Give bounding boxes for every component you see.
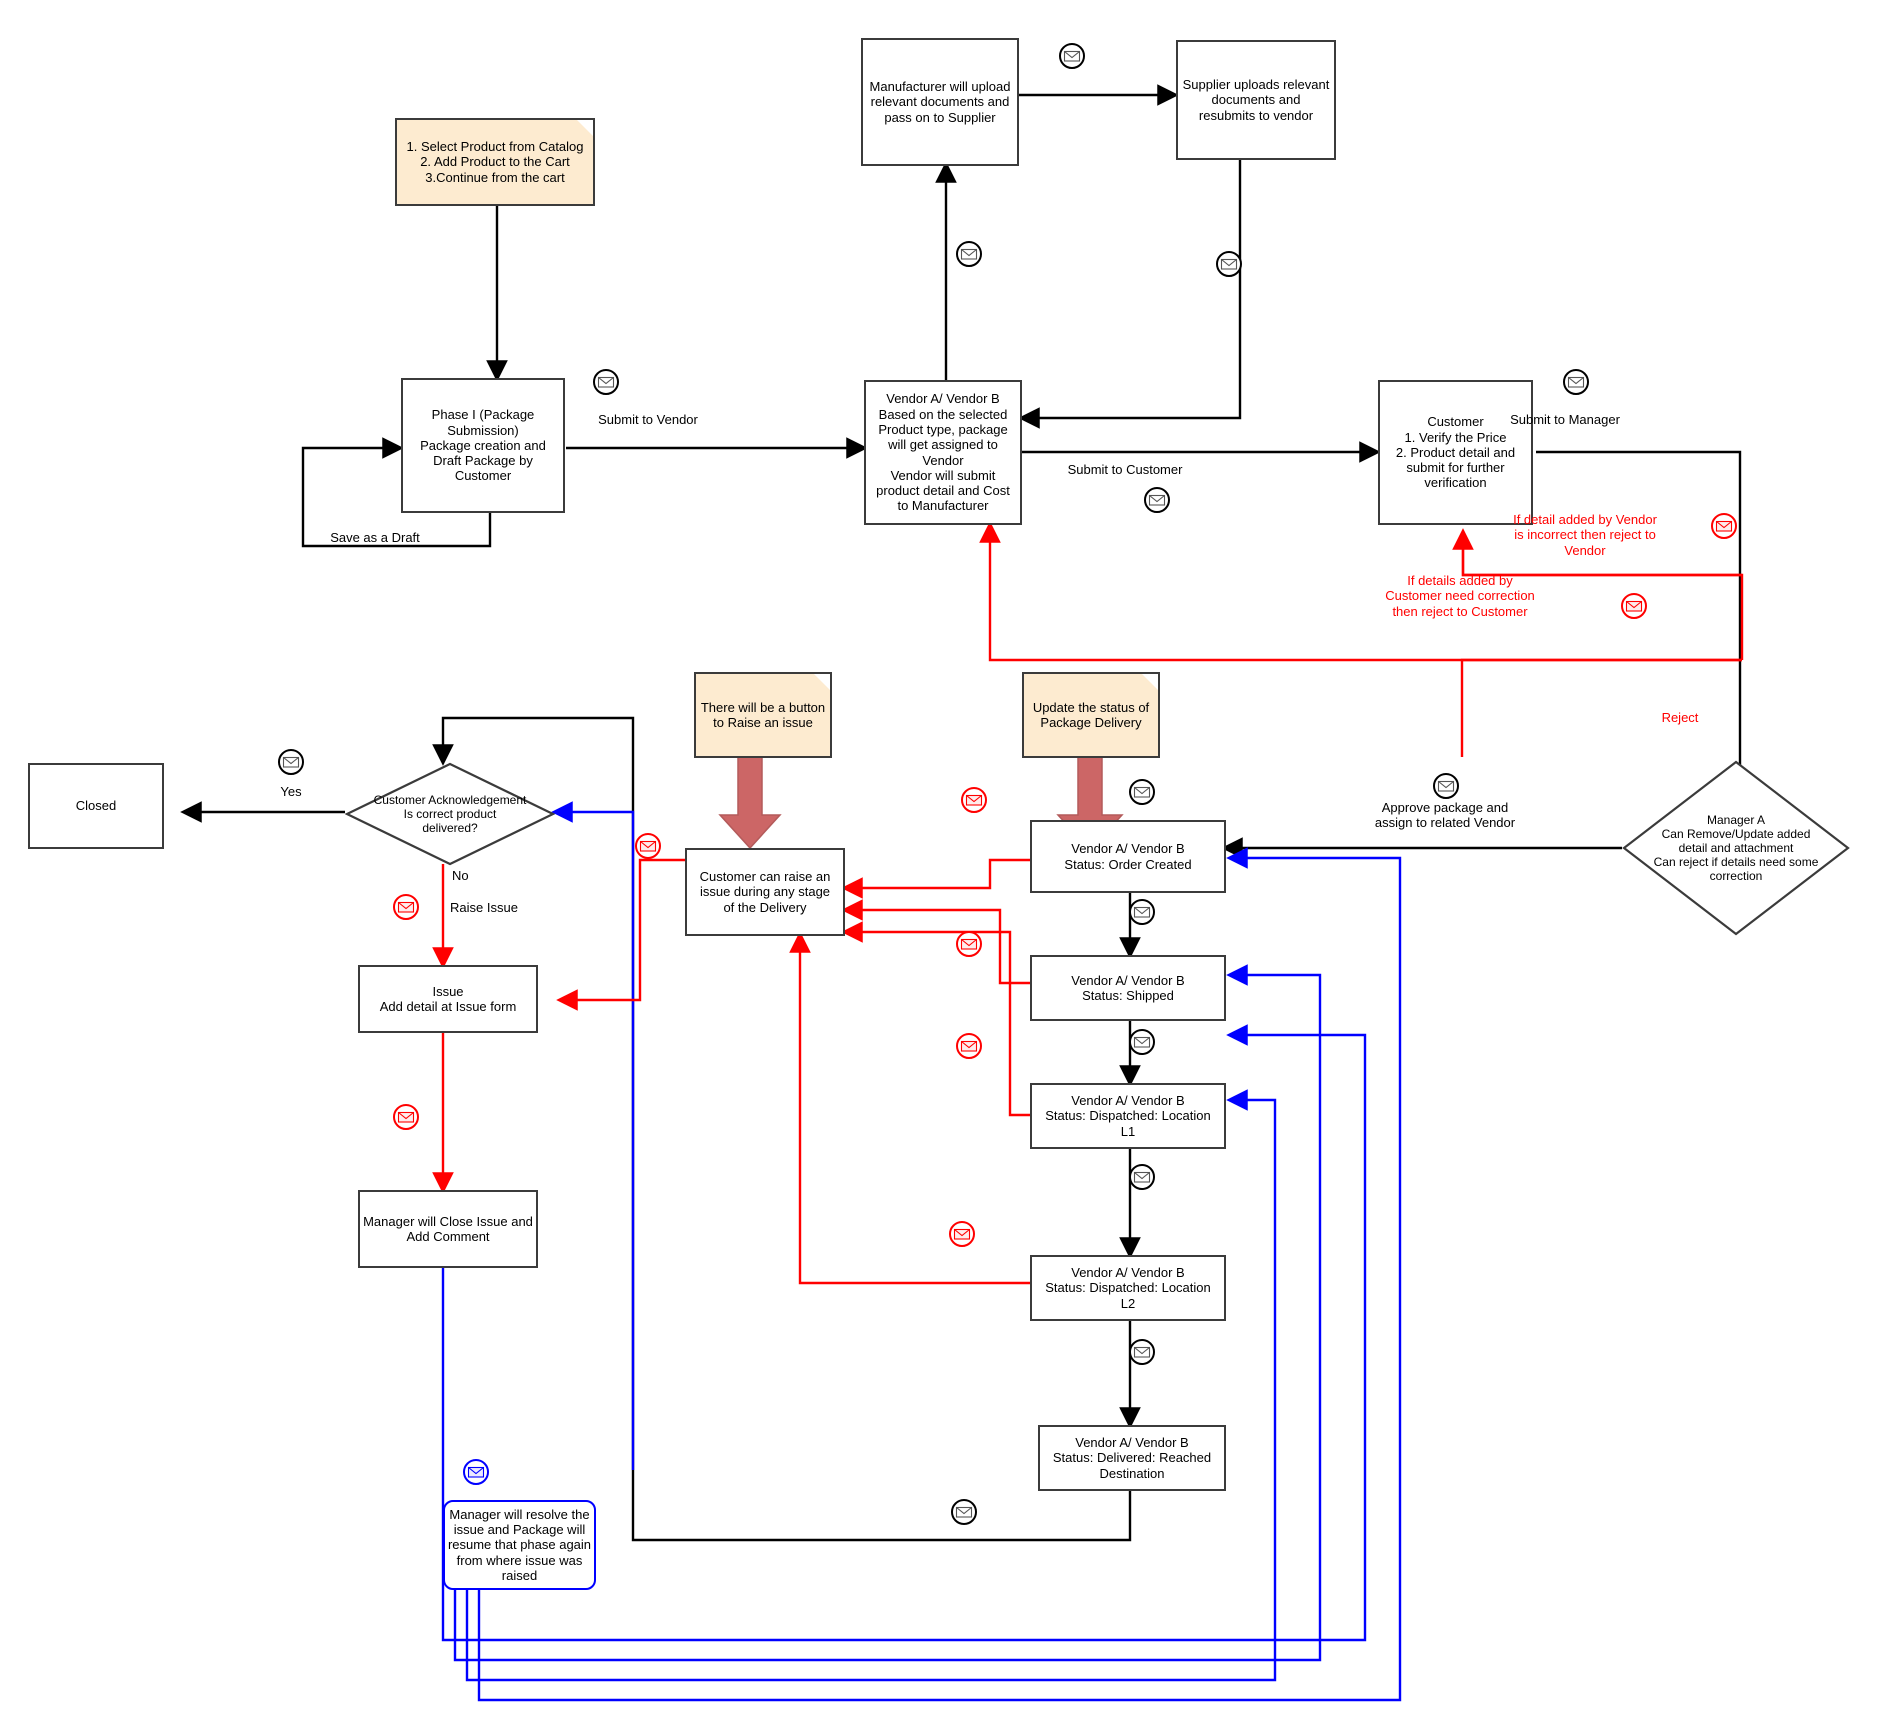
note-fold-icon bbox=[814, 674, 830, 690]
node-manager-close-issue[interactable]: Manager will Close Issue and Add Comment bbox=[358, 1190, 538, 1268]
envelope-icon-l1-issue bbox=[955, 1032, 983, 1060]
edge-label-reject-to-customer: If details added by Customer need correc… bbox=[1385, 573, 1535, 619]
node-issue-form[interactable]: Issue Add detail at Issue form bbox=[358, 965, 538, 1033]
node-label: Vendor A/ Vendor B Status: Dispatched: L… bbox=[1045, 1093, 1211, 1139]
node-closed[interactable]: Closed bbox=[28, 763, 164, 849]
envelope-icon-manufacturer-supplier bbox=[1058, 42, 1086, 70]
node-status-delivered[interactable]: Vendor A/ Vendor B Status: Delivered: Re… bbox=[1038, 1425, 1226, 1491]
connector-layer bbox=[180, 84, 1744, 1702]
node-label: Manager will Close Issue and Add Comment bbox=[363, 1213, 533, 1244]
envelope-icon-l2-to-delivered bbox=[1128, 1338, 1156, 1366]
node-label: Manufacturer will upload relevant docume… bbox=[869, 79, 1011, 125]
envelope-icon-manager-resolve bbox=[462, 1458, 490, 1486]
envelope-icon-supplier-vendor bbox=[1215, 250, 1243, 278]
edge-label-approve-and-assign: Approve package and assign to related Ve… bbox=[1374, 800, 1516, 831]
edge-label-reject-to-vendor: If detail added by Vendor is incorrect t… bbox=[1513, 512, 1657, 558]
decision-label: Manager A Can Remove/Update added detail… bbox=[1653, 812, 1819, 884]
node-label: Vendor A/ Vendor B Status: Delivered: Re… bbox=[1052, 1435, 1212, 1481]
node-label: Manager will resolve the issue and Packa… bbox=[447, 1506, 592, 1583]
node-manufacturer-upload[interactable]: Manufacturer will upload relevant docume… bbox=[861, 38, 1019, 166]
envelope-icon-l1-to-l2 bbox=[1128, 1163, 1156, 1191]
node-manager-resolve-issue[interactable]: Manager will resolve the issue and Packa… bbox=[443, 1500, 596, 1590]
edge-label-save-as-draft: Save as a Draft bbox=[330, 530, 420, 545]
envelope-icon-shipped-to-l1 bbox=[1128, 1028, 1156, 1056]
decision-label: Customer Acknowledgement Is correct prod… bbox=[373, 792, 527, 836]
note-raise-issue-button: There will be a button to Raise an issue bbox=[694, 672, 832, 758]
node-status-shipped[interactable]: Vendor A/ Vendor B Status: Shipped bbox=[1030, 955, 1226, 1021]
node-label: Vendor A/ Vendor B Status: Order Created bbox=[1064, 841, 1192, 872]
edge-label-submit-to-manager: Submit to Manager bbox=[1510, 412, 1620, 427]
edge-label-submit-to-vendor: Submit to Vendor bbox=[598, 412, 698, 427]
node-label: Closed bbox=[75, 798, 117, 814]
node-supplier-upload[interactable]: Supplier uploads relevant documents and … bbox=[1176, 40, 1336, 160]
node-status-dispatched-l1[interactable]: Vendor A/ Vendor B Status: Dispatched: L… bbox=[1030, 1083, 1226, 1149]
decision-manager-a[interactable]: Manager A Can Remove/Update added detail… bbox=[1622, 760, 1850, 936]
edge-label-reject: Reject bbox=[1661, 710, 1699, 725]
node-label: Vendor A/ Vendor B Status: Shipped bbox=[1071, 972, 1185, 1003]
envelope-icon-order-created-top bbox=[1128, 778, 1156, 806]
note-text: Update the status of Package Delivery bbox=[1032, 699, 1150, 730]
note-text: 1. Select Product from Catalog 2. Add Pr… bbox=[406, 139, 584, 185]
note-update-status: Update the status of Package Delivery bbox=[1022, 672, 1160, 758]
node-customer-raise-issue[interactable]: Customer can raise an issue during any s… bbox=[685, 848, 845, 936]
node-status-order-created[interactable]: Vendor A/ Vendor B Status: Order Created bbox=[1030, 820, 1226, 893]
decision-customer-acknowledgement[interactable]: Customer Acknowledgement Is correct prod… bbox=[344, 762, 556, 866]
note-fold-icon bbox=[577, 120, 593, 136]
node-label: Supplier uploads relevant documents and … bbox=[1182, 77, 1330, 123]
node-label: Customer can raise an issue during any s… bbox=[699, 869, 831, 915]
envelope-icon-issue-left bbox=[634, 832, 662, 860]
node-phase1-package-submission[interactable]: Phase I (Package Submission) Package cre… bbox=[401, 378, 565, 513]
envelope-icon-reject-to-vendor bbox=[1710, 512, 1738, 540]
node-vendor-assignment[interactable]: Vendor A/ Vendor B Based on the selected… bbox=[864, 380, 1022, 525]
envelope-icon-submit-to-customer bbox=[1143, 486, 1171, 514]
envelope-icon-order-created-issue bbox=[960, 786, 988, 814]
envelope-icon-submit-to-manager bbox=[1562, 368, 1590, 396]
envelope-icon-yes bbox=[277, 748, 305, 776]
envelope-icon-raise-issue bbox=[392, 893, 420, 921]
node-label: Vendor A/ Vendor B Based on the selected… bbox=[876, 391, 1010, 514]
note-fold-icon bbox=[1142, 674, 1158, 690]
flowchart-canvas: 1. Select Product from Catalog 2. Add Pr… bbox=[0, 0, 1894, 1718]
envelope-icon-reject-to-customer bbox=[1620, 592, 1648, 620]
envelope-icon-shipped-issue bbox=[955, 930, 983, 958]
note-product-catalog: 1. Select Product from Catalog 2. Add Pr… bbox=[395, 118, 595, 206]
node-customer-verify[interactable]: Customer 1. Verify the Price 2. Product … bbox=[1378, 380, 1533, 525]
envelope-icon-issue-to-manager bbox=[392, 1103, 420, 1131]
envelope-icon-l2-issue bbox=[948, 1220, 976, 1248]
edge-label-submit-to-customer: Submit to Customer bbox=[1067, 462, 1183, 477]
edge-label-yes: Yes bbox=[280, 784, 302, 799]
node-status-dispatched-l2[interactable]: Vendor A/ Vendor B Status: Dispatched: L… bbox=[1030, 1255, 1226, 1321]
node-label: Phase I (Package Submission) Package cre… bbox=[420, 407, 546, 484]
envelope-icon-submit-to-vendor bbox=[592, 368, 620, 396]
edge-label-raise-issue: Raise Issue bbox=[450, 900, 518, 915]
note-text: There will be a button to Raise an issue bbox=[700, 699, 826, 730]
node-label: Vendor A/ Vendor B Status: Dispatched: L… bbox=[1045, 1265, 1211, 1311]
node-label: Issue Add detail at Issue form bbox=[379, 983, 517, 1014]
envelope-icon-created-to-shipped bbox=[1128, 898, 1156, 926]
envelope-icon-approve-assign bbox=[1432, 772, 1460, 800]
envelope-icon-vendor-manufacturer bbox=[955, 240, 983, 268]
envelope-icon-delivered-to-ack bbox=[950, 1498, 978, 1526]
edge-label-no: No bbox=[452, 868, 469, 883]
